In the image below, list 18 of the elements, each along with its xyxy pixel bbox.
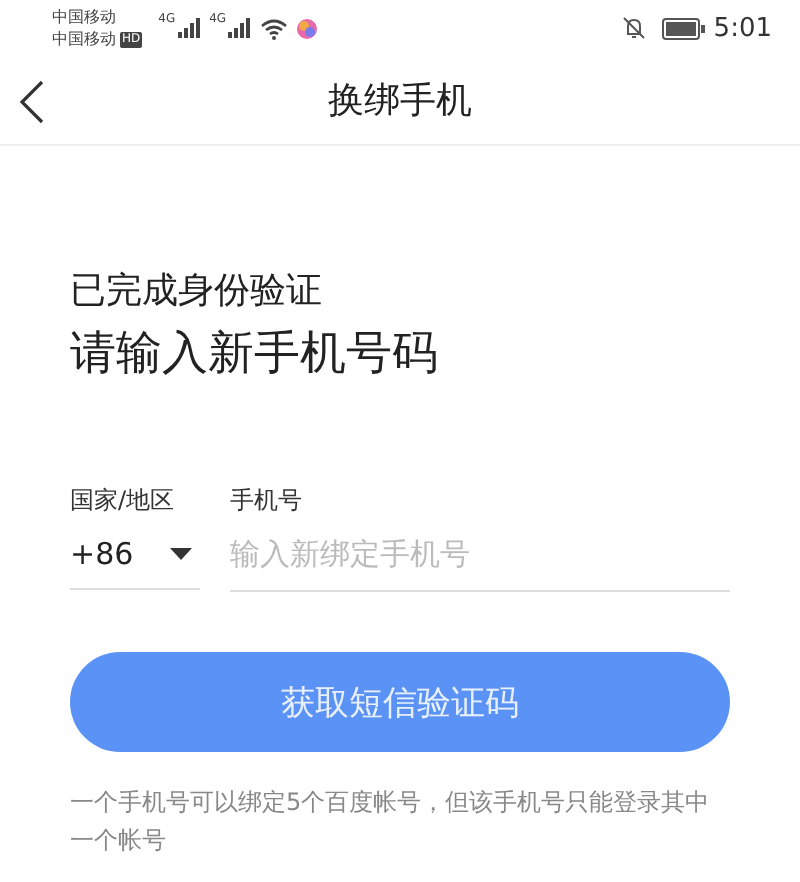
clock-time: 5:01 [713, 13, 772, 43]
app-icon [296, 17, 319, 39]
caret-icon [170, 547, 192, 559]
wifi-icon [260, 17, 289, 39]
mute-bell-icon [621, 16, 646, 40]
back-button[interactable] [20, 78, 48, 126]
verified-text: 已完成身份验证 [70, 268, 324, 316]
signal-icon [177, 18, 202, 38]
country-code-dropdown[interactable]: +86 [70, 518, 200, 590]
phone-label: 手机号 [230, 484, 304, 518]
page-title: 换绑手机 [328, 78, 472, 124]
carrier-name: 中国移动 [52, 28, 116, 50]
heading: 请输入新手机号码 [70, 326, 440, 384]
region-label: 国家/地区 [70, 484, 177, 518]
battery-icon [661, 17, 706, 39]
hint-text: 一个手机号可以绑定5个百度帐号，但该手机号只能登录其中一个帐号 [70, 786, 712, 858]
signal-icon [228, 18, 253, 38]
carrier-name: 中国移动 [52, 6, 118, 28]
